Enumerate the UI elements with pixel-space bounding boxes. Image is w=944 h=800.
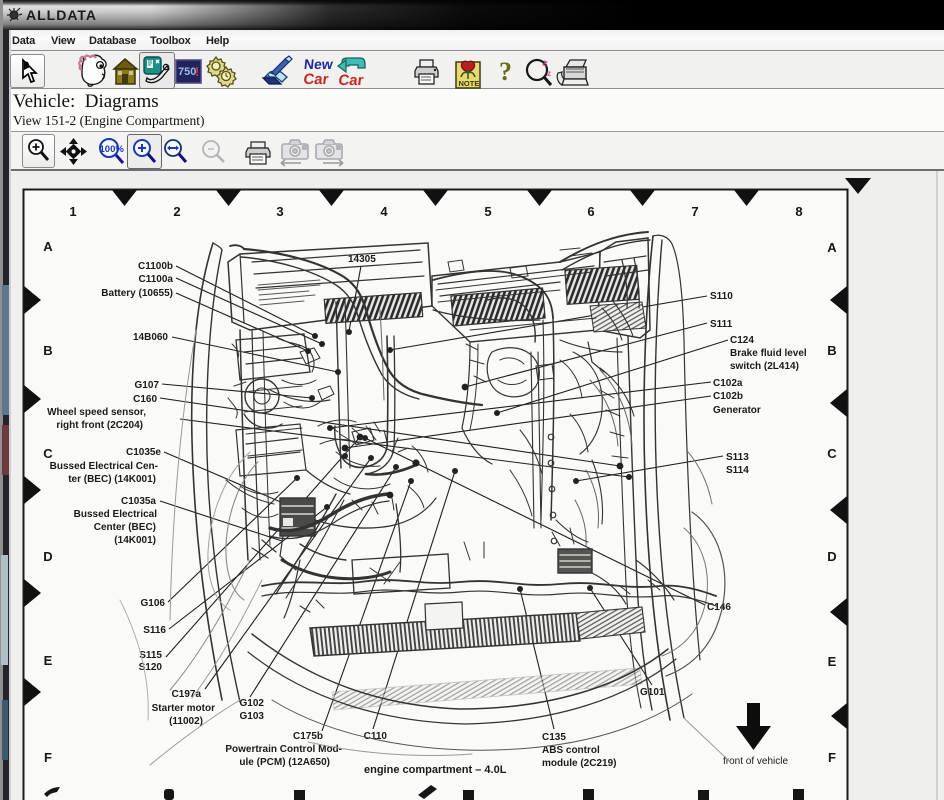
- svg-text:switch (2L414): switch (2L414): [730, 361, 799, 372]
- svg-text:C102a: C102a: [713, 378, 743, 389]
- svg-text:G107: G107: [135, 380, 160, 391]
- svg-text:z: z: [547, 69, 551, 78]
- svg-text:C1100b: C1100b: [138, 261, 173, 272]
- svg-text:14305: 14305: [348, 254, 376, 265]
- svg-text:4: 4: [380, 204, 388, 219]
- svg-text:ABS control: ABS control: [542, 745, 600, 756]
- svg-text:C1100a: C1100a: [139, 274, 174, 285]
- svg-text:7: 7: [691, 204, 698, 219]
- svg-text:C160: C160: [133, 394, 157, 405]
- svg-text:B: B: [827, 343, 836, 358]
- svg-text:E: E: [44, 653, 53, 668]
- svg-text:100%: 100%: [100, 144, 125, 155]
- svg-text:2: 2: [173, 204, 180, 219]
- svg-text:New: New: [303, 56, 334, 72]
- svg-text:S111: S111: [710, 319, 733, 330]
- svg-text:G106: G106: [141, 598, 166, 609]
- svg-text:front of vehicle: front of vehicle: [723, 756, 788, 767]
- svg-text:C175b: C175b: [293, 731, 323, 742]
- svg-text:5: 5: [484, 204, 491, 219]
- svg-text:module (2C219): module (2C219): [542, 758, 616, 769]
- svg-text:G101: G101: [640, 687, 665, 698]
- svg-text:Generator: Generator: [713, 405, 761, 416]
- svg-text:Wheel speed sensor,: Wheel speed sensor,: [47, 407, 146, 418]
- svg-text:14B060: 14B060: [133, 332, 168, 343]
- svg-text:G102: G102: [240, 698, 265, 709]
- svg-text:G103: G103: [240, 711, 265, 722]
- svg-text:(14K001): (14K001): [114, 535, 156, 546]
- svg-text:S120: S120: [139, 662, 163, 673]
- svg-text:S114: S114: [726, 465, 749, 476]
- svg-text:C110: C110: [364, 731, 388, 742]
- svg-text:ule (PCM) (12A650): ule (PCM) (12A650): [239, 757, 330, 768]
- svg-text:B: B: [43, 343, 52, 358]
- svg-text:Starter motor: Starter motor: [152, 703, 215, 714]
- svg-text:NOTE: NOTE: [459, 79, 480, 88]
- svg-text:S115: S115: [139, 650, 162, 661]
- svg-text:C102b: C102b: [713, 391, 743, 402]
- svg-text:!: !: [195, 64, 199, 79]
- svg-text:3: 3: [276, 204, 283, 219]
- svg-text:C124: C124: [730, 335, 754, 346]
- svg-text:C1035a: C1035a: [121, 496, 156, 507]
- svg-text:C: C: [827, 446, 837, 461]
- svg-text:(11002): (11002): [169, 716, 203, 727]
- svg-text:?: ?: [499, 57, 512, 86]
- svg-text:C: C: [43, 446, 53, 461]
- svg-text:Car: Car: [303, 71, 330, 88]
- svg-text:S113: S113: [726, 452, 749, 463]
- svg-text:A: A: [43, 239, 53, 254]
- svg-text:E: E: [828, 654, 837, 669]
- svg-text:1: 1: [69, 204, 76, 219]
- svg-text:Brake fluid level: Brake fluid level: [730, 348, 807, 359]
- svg-text:S110: S110: [710, 291, 733, 302]
- svg-text:Bussed Electrical: Bussed Electrical: [74, 509, 158, 520]
- svg-text:750: 750: [178, 66, 196, 78]
- svg-text:right front (2C204): right front (2C204): [56, 420, 143, 431]
- svg-text:D: D: [827, 549, 836, 564]
- svg-text:Center (BEC): Center (BEC): [94, 522, 156, 533]
- svg-text:S116: S116: [143, 625, 166, 636]
- svg-text:ter (BEC) (14K001): ter (BEC) (14K001): [68, 474, 156, 485]
- svg-text:C1035e: C1035e: [126, 447, 161, 458]
- svg-text:Bussed Electrical Cen-: Bussed Electrical Cen-: [50, 461, 158, 472]
- svg-text:C135: C135: [542, 732, 566, 743]
- svg-text:A: A: [827, 240, 837, 255]
- svg-text:D: D: [43, 549, 52, 564]
- svg-text:Car: Car: [338, 72, 365, 89]
- svg-text:engine compartment – 4.0L: engine compartment – 4.0L: [364, 764, 507, 776]
- svg-text:F: F: [44, 750, 52, 765]
- svg-text:F: F: [828, 750, 836, 765]
- svg-text:Battery (10655): Battery (10655): [101, 288, 173, 299]
- svg-text:6: 6: [587, 204, 594, 219]
- svg-text:8: 8: [795, 204, 802, 219]
